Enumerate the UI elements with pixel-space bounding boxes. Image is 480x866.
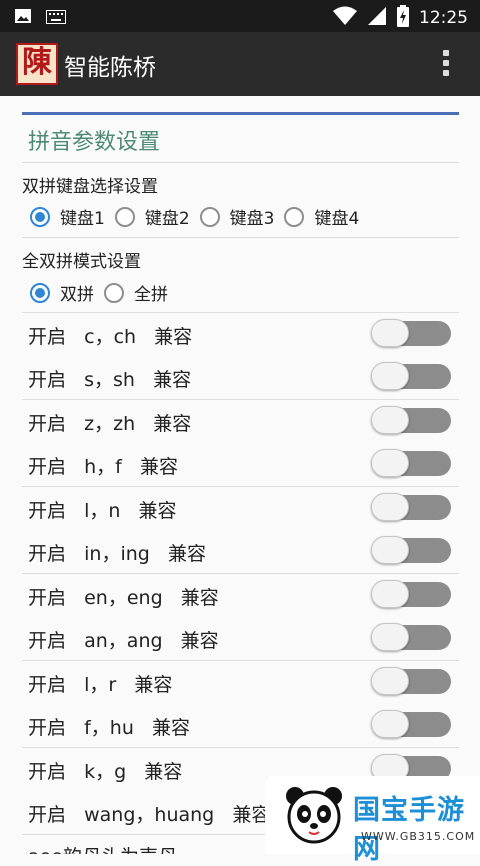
toggle-row-en-eng[interactable]: 开启 en，eng 兼容 (22, 574, 459, 617)
toggle-row-z-zh[interactable]: 开启 z，zh 兼容 (22, 400, 459, 443)
status-bar: 12:25 (0, 0, 480, 32)
toggle-label: 开启 s，sh 兼容 (28, 369, 192, 391)
switch-thumb (371, 362, 409, 390)
radio-label: 双拼 (60, 285, 94, 305)
toggle-label: 开启 z，zh 兼容 (28, 413, 192, 435)
toggle-label: 开启 k，g 兼容 (28, 761, 183, 783)
toggle-row-l-n[interactable]: 开启 l，n 兼容 (22, 487, 459, 530)
radio-unselected-icon (284, 206, 305, 227)
radio-quanpin[interactable]: 全拼 (104, 280, 168, 305)
keyboard-radio-group: 键盘1 键盘2 键盘3 键盘4 (30, 204, 369, 229)
compat-switch[interactable] (371, 493, 451, 521)
switch-thumb (371, 667, 409, 695)
panda-logo (286, 787, 342, 844)
toggle-label: 开启 h，f 兼容 (28, 456, 178, 478)
switch-thumb (371, 319, 409, 347)
switch-thumb (371, 580, 409, 608)
app-title: 智能陈桥 (64, 55, 156, 81)
settings-content[interactable]: 拼音参数设置 双拼键盘选择设置 键盘1 键盘2 键盘3 键盘4 全双拼模式设置 … (0, 96, 480, 854)
section-title: 拼音参数设置 (28, 130, 161, 155)
radio-selected-icon (30, 206, 50, 227)
signal-icon (367, 6, 387, 30)
mode-group-label: 全双拼模式设置 (22, 252, 141, 272)
radio-shuangpin[interactable]: 双拼 (30, 280, 94, 305)
radio-keyboard2[interactable]: 键盘2 (114, 204, 190, 229)
toggle-row-s-sh[interactable]: 开启 s，sh 兼容 (22, 356, 459, 399)
toggle-label: 开启 en，eng 兼容 (28, 587, 219, 609)
toggle-label: 开启 wang，huang 兼容 (28, 804, 271, 826)
toggle-row-f-hu[interactable]: 开启 f，hu 兼容 (22, 704, 459, 747)
radio-keyboard4[interactable]: 键盘4 (284, 204, 359, 229)
app-logo: 陳 (16, 43, 58, 85)
radio-unselected-icon (104, 282, 124, 303)
partial-row-label: aoe韵母头为声母 (28, 842, 177, 854)
radio-selected-icon (30, 282, 50, 303)
toggle-label: 开启 in，ing 兼容 (28, 543, 206, 565)
compat-switch[interactable] (371, 449, 451, 477)
toggle-row-in-ing[interactable]: 开启 in，ing 兼容 (22, 530, 459, 573)
radio-label: 全拼 (134, 285, 168, 305)
radio-label: 键盘1 (60, 209, 105, 229)
switch-thumb (371, 449, 409, 477)
switch-thumb (371, 406, 409, 434)
compat-switch[interactable] (371, 710, 451, 738)
image-icon (14, 7, 32, 29)
app-bar: 陳 智能陈桥 (0, 32, 480, 96)
status-time: 12:25 (419, 8, 468, 28)
compat-switch[interactable] (371, 362, 451, 390)
radio-keyboard3[interactable]: 键盘3 (199, 204, 275, 229)
radio-label: 键盘3 (229, 209, 275, 229)
toggle-label: 开启 l，r 兼容 (28, 674, 173, 696)
radio-unselected-icon (199, 206, 220, 227)
more-vert-icon[interactable] (442, 50, 450, 78)
section-accent-line (22, 112, 459, 115)
radio-keyboard1[interactable]: 键盘1 (30, 204, 105, 229)
radio-unselected-icon (114, 206, 135, 227)
radio-label: 键盘4 (314, 209, 360, 229)
watermark-url: WWW.GB315.COM (361, 830, 476, 843)
toggle-label: 开启 f，hu 兼容 (28, 717, 191, 739)
toggle-label: 开启 l，n 兼容 (28, 500, 177, 522)
compat-switch[interactable] (371, 623, 451, 651)
switch-thumb (371, 623, 409, 651)
divider (22, 162, 459, 163)
compat-switch[interactable] (371, 319, 451, 347)
switch-thumb (371, 536, 409, 564)
compat-switch[interactable] (371, 580, 451, 608)
compat-switch[interactable] (371, 667, 451, 695)
compat-switch[interactable] (371, 536, 451, 564)
wifi-icon (333, 6, 357, 30)
keyboard-icon (46, 9, 66, 28)
toggle-label: 开启 an，ang 兼容 (28, 630, 219, 652)
mode-radio-group: 双拼 全拼 (30, 280, 178, 305)
battery-charging-icon (397, 5, 409, 31)
keyboard-group-label: 双拼键盘选择设置 (22, 177, 158, 197)
compat-switch[interactable] (371, 406, 451, 434)
divider (22, 237, 459, 238)
toggle-row-c-ch[interactable]: 开启 c，ch 兼容 (22, 313, 459, 356)
switch-thumb (371, 493, 409, 521)
watermark-text: 国宝手游网 (353, 795, 465, 865)
toggle-label: 开启 c，ch 兼容 (28, 326, 193, 348)
toggle-row-an-ang[interactable]: 开启 an，ang 兼容 (22, 617, 459, 660)
radio-label: 键盘2 (144, 209, 190, 229)
toggle-row-h-f[interactable]: 开启 h，f 兼容 (22, 443, 459, 486)
switch-thumb (371, 710, 409, 738)
toggle-row-l-r[interactable]: 开启 l，r 兼容 (22, 661, 459, 704)
watermark: 国宝手游网 WWW.GB315.COM (265, 776, 480, 865)
